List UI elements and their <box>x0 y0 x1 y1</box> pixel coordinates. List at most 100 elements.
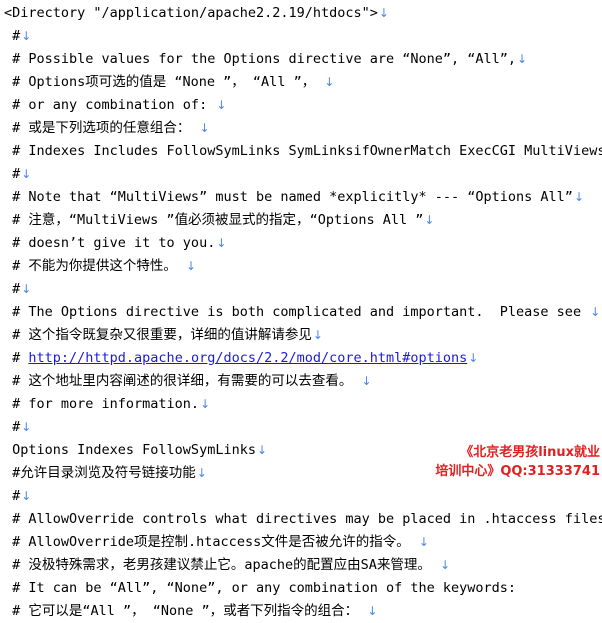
code-text: # <box>4 373 29 389</box>
line-break-icon: ↓ <box>21 29 32 43</box>
code-text: # <box>4 212 29 228</box>
code-line[interactable]: # 这个指令既复杂又很重要，详细的值讲解请参见↓ <box>0 324 602 347</box>
code-line[interactable]: # Note that “MultiViews” must be named *… <box>0 186 602 209</box>
line-break-icon: ↓ <box>590 305 601 319</box>
code-text: # <box>4 603 29 619</box>
line-break-icon: ↓ <box>186 259 197 273</box>
code-text: # <box>4 258 29 274</box>
code-text-cjk: 这个指令既复杂又很重要，详细的值讲解请参见 <box>28 327 312 343</box>
code-text: “MultiViews ” <box>68 212 175 228</box>
code-line[interactable]: <Directory "/application/apache2.2.19/ht… <box>0 2 602 25</box>
code-line[interactable]: # 这个地址里内容阐述的很详细，有需要的可以去查看。 ↓ <box>0 370 602 393</box>
line-break-icon: ↓ <box>216 236 227 250</box>
code-text: SA <box>360 557 377 573</box>
code-line[interactable]: # Indexes Includes FollowSymLinks SymLin… <box>0 140 602 163</box>
code-line[interactable]: # 没极特殊需求，老男孩建议禁止它。apache的配置应由SA来管理。 ↓ <box>0 554 602 577</box>
line-break-icon: ↓ <box>312 328 323 342</box>
code-line[interactable]: # 它可以是“All ”， “None ”，或者下列指令的组合： ↓ <box>0 600 602 623</box>
code-line[interactable]: # 或是下列选项的任意组合： ↓ <box>0 117 602 140</box>
line-break-icon: ↓ <box>378 6 389 20</box>
code-text-cjk: 注意， <box>28 212 69 228</box>
line-break-icon: ↓ <box>196 466 207 480</box>
text-editor-content-area[interactable]: <Directory "/application/apache2.2.19/ht… <box>0 0 602 619</box>
code-line[interactable]: #允许目录浏览及符号链接功能↓ <box>0 462 602 485</box>
code-text: “Options All ” <box>309 212 424 228</box>
code-text-cjk: 的配置应由 <box>293 557 361 573</box>
code-text: # <box>4 557 29 573</box>
code-line[interactable]: Options Indexes FollowSymLinks↓ <box>0 439 602 462</box>
code-text-cjk: 项是控制 <box>134 534 189 550</box>
code-text: # or any combination of: <box>4 97 216 113</box>
code-text: # <box>4 166 21 182</box>
code-text: # AllowOverride controls what directives… <box>4 511 602 527</box>
code-text: # Options <box>4 74 86 90</box>
code-line[interactable]: #↓ <box>0 485 602 508</box>
code-text: # for more information. <box>4 396 200 412</box>
code-text-cjk: 这个地址里内容阐述的很详细，有需要的可以去查看。 <box>28 373 353 389</box>
code-line[interactable]: # AllowOverride controls what directives… <box>0 508 602 531</box>
code-text-cjk: 值必须被显式的指定， <box>174 212 310 228</box>
line-break-icon: ↓ <box>216 98 227 112</box>
code-text-cjk: 或者下列指令的组合： <box>223 603 359 619</box>
code-text: # <box>4 120 29 136</box>
code-text: “All ”， “None ”， <box>82 603 224 619</box>
code-text: “None ”， “All ”， <box>166 74 324 90</box>
code-line[interactable]: # It can be “All”, “None”, or any combin… <box>0 577 602 600</box>
code-line[interactable]: # doesn’t give it to you.↓ <box>0 232 602 255</box>
code-text-cjk: 允许目录浏览及符号链接功能 <box>20 465 196 481</box>
code-text: apache <box>244 557 294 573</box>
code-text-cjk: 来管理。 <box>376 557 431 573</box>
code-text: # <box>4 350 29 366</box>
code-text: .htaccess <box>188 534 262 550</box>
line-break-icon: ↓ <box>21 282 32 296</box>
code-line[interactable]: # http://httpd.apache.org/docs/2.2/mod/c… <box>0 347 602 370</box>
code-text: <Directory "/application/apache2.2.19/ht… <box>4 5 378 21</box>
code-text: # doesn’t give it to you. <box>4 235 216 251</box>
code-text-cjk: 或是下列选项的任意组合： <box>28 120 191 136</box>
line-break-icon: ↓ <box>256 443 268 457</box>
code-line[interactable]: # 注意，“MultiViews ”值必须被显式的指定，“Options All… <box>0 209 602 232</box>
code-text: # Indexes Includes FollowSymLinks SymLin… <box>4 143 602 159</box>
code-line[interactable]: # Options项可选的值是 “None ”， “All ”， ↓ <box>0 71 602 94</box>
line-break-icon: ↓ <box>440 558 451 572</box>
code-line[interactable]: # Possible values for the Options direct… <box>0 48 602 71</box>
code-line[interactable]: #↓ <box>0 416 602 439</box>
code-text-cjk: 没极特殊需求，老男孩建议禁止它。 <box>28 557 245 573</box>
code-text: # The Options directive is both complica… <box>4 304 590 320</box>
code-text-cjk: 项可选的值是 <box>85 74 167 90</box>
line-break-icon: ↓ <box>324 75 335 89</box>
code-line[interactable]: # The Options directive is both complica… <box>0 301 602 324</box>
line-break-icon: ↓ <box>418 535 429 549</box>
code-line[interactable]: # for more information.↓ <box>0 393 602 416</box>
line-break-icon: ↓ <box>21 167 32 181</box>
code-text-cjk: 它可以是 <box>28 603 83 619</box>
line-break-icon: ↓ <box>573 190 585 204</box>
line-break-icon: ↓ <box>21 489 32 503</box>
code-line[interactable]: # AllowOverride项是控制.htaccess文件是否被允许的指令。 … <box>0 531 602 554</box>
code-text: # <box>4 465 21 481</box>
code-line[interactable]: #↓ <box>0 163 602 186</box>
code-text: # <box>4 488 21 504</box>
code-line[interactable]: #↓ <box>0 25 602 48</box>
code-text: # <box>4 419 21 435</box>
code-text: # Possible values for the Options direct… <box>4 51 517 67</box>
line-break-icon: ↓ <box>200 397 211 411</box>
documentation-link[interactable]: http://httpd.apache.org/docs/2.2/mod/cor… <box>28 350 467 366</box>
code-text-cjk: 文件是否被允许的指令。 <box>261 534 410 550</box>
code-text: # It can be “All”, “None”, or any combin… <box>4 580 517 596</box>
code-text: # AllowOverride <box>4 534 135 550</box>
code-text: Options Indexes FollowSymLinks <box>4 442 256 458</box>
code-text: # <box>4 281 21 297</box>
code-line[interactable]: # 不能为你提供这个特性。 ↓ <box>0 255 602 278</box>
code-line[interactable]: # or any combination of: ↓ <box>0 94 602 117</box>
code-text-cjk: 不能为你提供这个特性。 <box>28 258 177 274</box>
code-text: # <box>4 28 21 44</box>
line-break-icon: ↓ <box>424 213 435 227</box>
code-text: # <box>4 327 29 343</box>
code-line[interactable]: #↓ <box>0 278 602 301</box>
